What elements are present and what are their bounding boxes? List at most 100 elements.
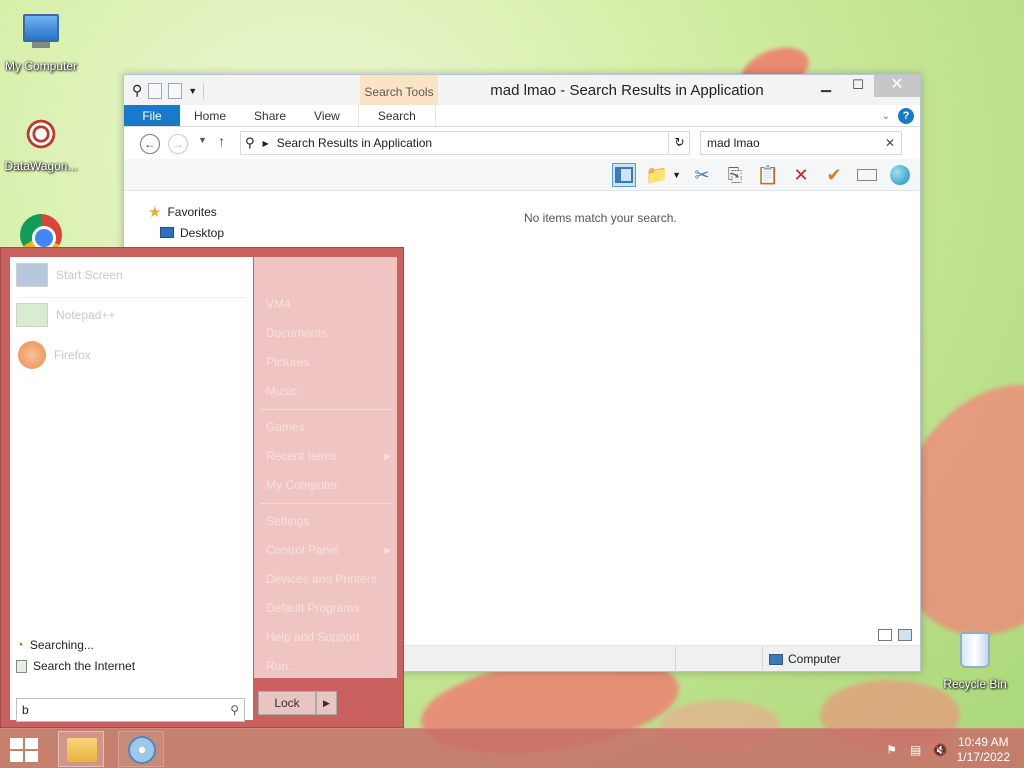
clear-search-icon[interactable]: ✕ [885, 132, 895, 154]
tab-view[interactable]: View [300, 105, 354, 126]
place-default-programs[interactable]: Default Programs [266, 601, 359, 615]
cut-icon[interactable]: ✂ [690, 163, 714, 187]
place-vm4[interactable]: VM4 [266, 297, 291, 311]
firefox-icon [18, 341, 46, 369]
nav-item-label: Desktop [180, 225, 225, 240]
search-internet-label: Search the Internet [33, 659, 136, 673]
copy-icon[interactable]: ⎘ [723, 163, 747, 187]
place-music[interactable]: Music [266, 384, 297, 398]
nav-item-favorites[interactable]: ★ Favorites [148, 201, 224, 222]
status-location: Computer [762, 646, 841, 672]
submenu-arrow-icon: ▶ [384, 451, 391, 461]
rename-icon[interactable] [855, 163, 879, 187]
close-button[interactable]: ✕ [874, 75, 920, 97]
power-options-arrow-button[interactable]: ▶ [316, 691, 337, 715]
start-search-input[interactable]: b ⚲ [16, 698, 245, 722]
delete-icon[interactable]: ✕ [789, 163, 813, 187]
notepadpp-icon [16, 303, 48, 327]
tab-share[interactable]: Share [240, 105, 300, 126]
minimize-button[interactable]: ▁ [810, 75, 842, 97]
start-item-notepadpp[interactable]: Notepad++ [16, 303, 115, 327]
place-recent-items[interactable]: Recent Items [266, 449, 337, 463]
search-input[interactable]: mad lmao ✕ [700, 131, 902, 155]
taskbar-app-disc[interactable] [118, 731, 164, 767]
divider [675, 646, 676, 672]
tab-search[interactable]: Search [357, 105, 436, 126]
paste-icon[interactable]: 📋 [756, 163, 780, 187]
star-icon: ★ [148, 203, 162, 221]
command-toolbar: 📁 ▼ ✂ ⎘ 📋 ✕ ✔ [124, 159, 920, 191]
computer-icon [20, 14, 62, 56]
place-settings[interactable]: Settings [266, 514, 309, 528]
windows-logo-icon [10, 738, 23, 749]
taskbar-file-explorer[interactable] [58, 731, 104, 767]
desktop-icon-my-computer[interactable]: My Computer [0, 10, 82, 73]
place-run[interactable]: Run... [266, 659, 298, 673]
place-games[interactable]: Games [266, 420, 305, 434]
taskbar: ⚑ ▤ 🔇 10:49 AM 1/17/2022 [0, 728, 1024, 768]
window-title: mad lmao - Search Results in Application [490, 82, 764, 99]
nav-item-desktop[interactable]: Desktop [148, 222, 224, 243]
start-item-start-screen[interactable]: Start Screen [16, 263, 123, 287]
recycle-bin-icon [954, 632, 996, 674]
tab-file[interactable]: File [124, 105, 180, 126]
search-icon[interactable]: ⚲ [230, 699, 239, 721]
windows-logo-icon [10, 751, 23, 762]
address-field[interactable]: ⚲ ▶ Search Results in Application ⌄ [240, 131, 690, 155]
address-path: Search Results in Application [276, 136, 433, 150]
chevron-down-icon[interactable]: ⌄ [882, 111, 890, 122]
start-search-value: b [22, 703, 29, 717]
desktop-icon [160, 227, 174, 238]
preview-pane-icon[interactable] [612, 163, 637, 187]
maximize-button[interactable]: ☐ [842, 75, 874, 97]
volume-muted-icon[interactable]: 🔇 [933, 743, 948, 757]
start-button[interactable] [10, 738, 38, 762]
ribbon-tabs: File Home Share View Search ⌄ ? [124, 105, 920, 127]
recent-locations-button[interactable]: ▼ [198, 135, 207, 145]
navigation-pane: ★ Favorites Desktop [148, 201, 224, 243]
desktop-icon-label: DataWagon... [4, 159, 78, 173]
details-view-icon[interactable] [878, 629, 892, 641]
folder-icon [67, 738, 97, 762]
lock-button[interactable]: Lock [258, 691, 316, 715]
start-menu-places: VM4 Documents Pictures Music Games Recen… [254, 257, 397, 678]
start-item-firefox[interactable]: Firefox [18, 341, 91, 369]
search-the-internet-link[interactable]: Search the Internet [16, 659, 135, 673]
desktop-icon-datawagon[interactable]: DataWagon... [0, 114, 82, 173]
desktop-icon-label: Recycle Bin [943, 677, 1007, 691]
action-center-flag-icon[interactable]: ⚑ [885, 743, 899, 757]
back-button[interactable]: ← [140, 134, 160, 154]
folder-check-icon[interactable]: 📁 [645, 163, 669, 187]
chevron-down-icon[interactable]: ▼ [672, 170, 681, 180]
network-icon[interactable]: ▤ [909, 743, 923, 757]
start-menu-programs: Start Screen Notepad++ Firefox ◔ Searchi… [10, 257, 253, 722]
system-tray: ⚑ ▤ 🔇 10:49 AM 1/17/2022 [885, 735, 1010, 765]
refresh-button[interactable]: ↻ [668, 131, 690, 155]
windows-logo-icon [25, 751, 38, 762]
large-icons-view-icon[interactable] [898, 629, 912, 641]
tab-home[interactable]: Home [180, 105, 240, 126]
start-screen-icon [16, 263, 48, 287]
place-pictures[interactable]: Pictures [266, 355, 309, 369]
search-icon: ⚲ [245, 135, 255, 150]
title-bar[interactable]: ⚲ ▼ Search Tools mad lmao - Search Resul… [124, 75, 920, 105]
help-icon[interactable]: ? [898, 108, 914, 124]
search-status: ◔ Searching... [16, 637, 94, 652]
forward-button[interactable]: → [168, 134, 188, 154]
start-item-label: Firefox [54, 348, 91, 362]
place-devices-and-printers[interactable]: Devices and Printers [266, 572, 377, 586]
globe-icon[interactable] [888, 163, 912, 187]
desktop-icon-recycle-bin[interactable]: Recycle Bin [934, 630, 1016, 691]
checkmark-icon[interactable]: ✔ [822, 163, 846, 187]
clock-time: 10:49 AM [957, 735, 1009, 749]
start-menu[interactable]: Start Screen Notepad++ Firefox ◔ Searchi… [0, 247, 404, 728]
place-my-computer[interactable]: My Computer [266, 478, 338, 492]
up-button[interactable]: ↑ [218, 133, 225, 149]
clock-date: 1/17/2022 [956, 750, 1010, 764]
empty-results-message: No items match your search. [524, 211, 677, 225]
divider [260, 503, 392, 504]
place-help-and-support[interactable]: Help and Support [266, 630, 359, 644]
clock[interactable]: 10:49 AM 1/17/2022 [957, 735, 1010, 765]
place-documents[interactable]: Documents [266, 326, 327, 340]
place-control-panel[interactable]: Control Panel [266, 543, 339, 557]
